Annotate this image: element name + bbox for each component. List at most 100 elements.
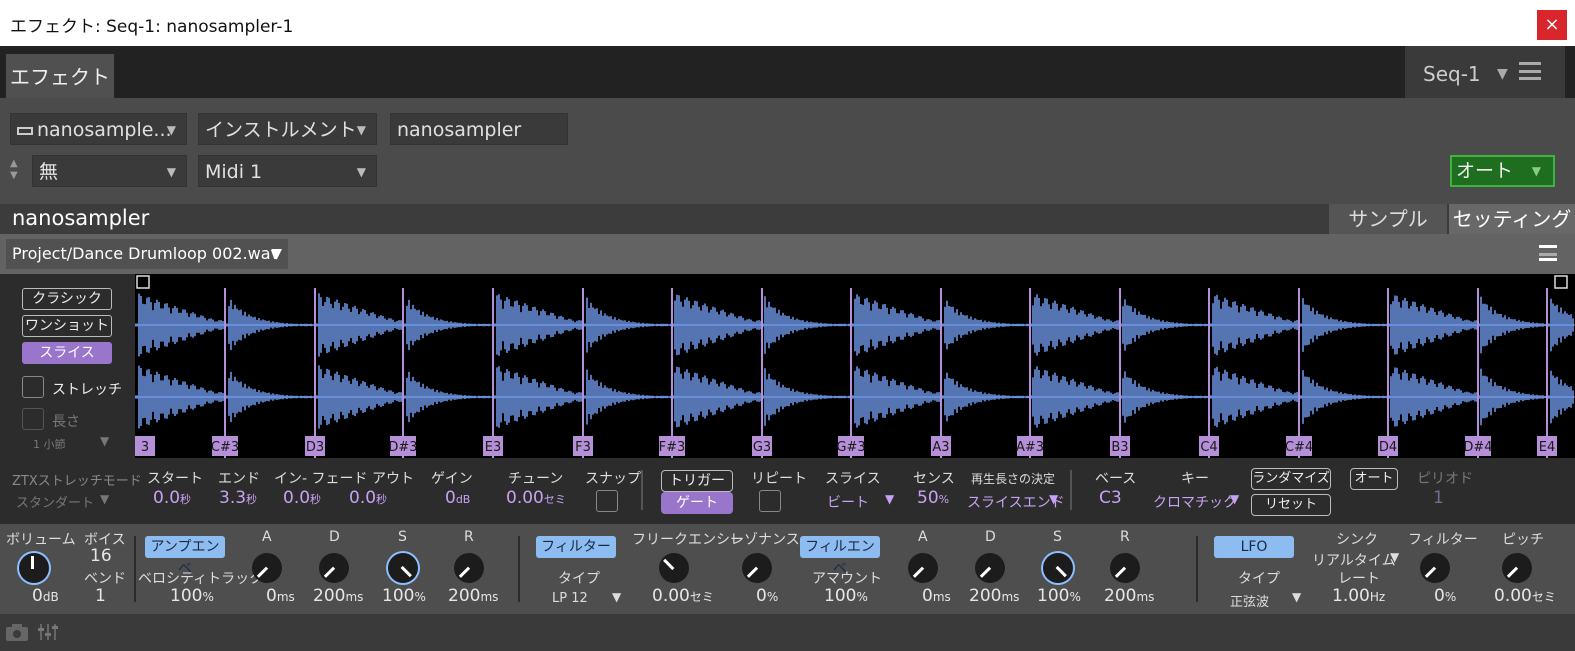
start-label: スタート (147, 471, 203, 487)
tab-bar: エフェクト Seq-1 ▼ (0, 46, 1575, 98)
filter-attack-knob[interactable] (908, 553, 938, 583)
filter-decay-label: D (985, 529, 996, 545)
preset-name-field[interactable]: nanosampler (390, 113, 568, 145)
classic-mode-button[interactable]: クラシック (22, 288, 112, 310)
slice-mode-value[interactable]: ビート (827, 492, 869, 512)
waveform-display[interactable]: 3 C#3 D3 D#3 E3 F3 F#3 G3 G#3 A3 A#3 B3 C4 C#4 D4 D#4 E4 (134, 274, 1575, 458)
chevron-down-icon[interactable]: ▼ (100, 434, 109, 448)
slice-label: A3 (932, 440, 949, 455)
slice-label: C4 (1200, 440, 1217, 455)
volume-knob[interactable] (19, 553, 49, 583)
slice-mode-button[interactable]: スライス (22, 342, 112, 364)
amount-value[interactable]: 100% (824, 586, 868, 606)
release-label: R (464, 529, 474, 545)
sustain-knob[interactable] (388, 553, 418, 583)
sense-value[interactable]: 50% (917, 488, 949, 508)
gate-button[interactable]: ゲート (661, 492, 733, 514)
end-handle[interactable] (1554, 275, 1568, 289)
trigger-button[interactable]: トリガー (661, 470, 733, 492)
snap-checkbox[interactable] (596, 490, 618, 512)
mixer-icon[interactable] (38, 622, 58, 642)
filter-attack-label: A (918, 529, 928, 545)
slice-label: D3 (306, 440, 324, 455)
lfo-button[interactable]: LFO (1214, 536, 1294, 558)
fade-out-value[interactable]: 0.0秒 (349, 488, 387, 508)
filter-release-knob[interactable] (1110, 553, 1140, 583)
filter-sustain-knob[interactable] (1043, 553, 1073, 583)
sample-file-dropdown[interactable]: Project/Dance Drumloop 002.wav ▼ (6, 239, 288, 269)
midi-dropdown[interactable]: Midi 1 ▼ (198, 155, 377, 187)
amp-envelope-button[interactable]: アンプエンベ (145, 536, 225, 577)
randomize-button[interactable]: ランダマイズ (1251, 468, 1331, 490)
sustain-value: 100% (382, 586, 426, 606)
tab-settings[interactable]: セッティング (1449, 204, 1575, 234)
waveform-svg[interactable]: 3 C#3 D3 D#3 E3 F3 F#3 G3 G#3 A3 A#3 B3 C4 C#4 D4 D#4 E4 (134, 274, 1575, 458)
velocity-track-value[interactable]: 100% (170, 586, 214, 606)
filter-decay-value: 200ms (969, 586, 1020, 606)
chevron-down-icon[interactable]: ▼ (1390, 550, 1399, 564)
sync-value[interactable]: リアルタイム (1312, 550, 1396, 570)
chevron-down-icon[interactable]: ▼ (1230, 492, 1239, 506)
sequence-label: Seq-1 (1423, 62, 1481, 86)
tab-sample[interactable]: サンプル (1329, 204, 1447, 234)
ztx-mode-value[interactable]: スタンダート (16, 492, 94, 511)
end-value[interactable]: 3.3秒 (219, 488, 257, 508)
source-dropdown[interactable]: 無 ▼ (32, 155, 187, 187)
length-checkbox[interactable] (22, 408, 44, 430)
lfo-filter-label: フィルター (1408, 532, 1478, 548)
chevron-down-icon[interactable]: ▼ (100, 492, 109, 506)
attack-knob[interactable] (252, 553, 282, 583)
decay-knob[interactable] (319, 553, 349, 583)
voices-value[interactable]: 16 (90, 546, 112, 566)
gain-value[interactable]: 0dB (445, 488, 470, 508)
plugin-dropdown[interactable]: nanosample... ▼ (10, 113, 187, 145)
filter-envelope-button[interactable]: フィルエンベ (800, 536, 880, 577)
chevron-down-icon[interactable]: ▼ (1292, 590, 1301, 604)
base-value[interactable]: C3 (1099, 488, 1122, 508)
chevron-down-icon: ▼ (166, 165, 176, 179)
reset-button[interactable]: リセット (1251, 494, 1331, 516)
tab-effect[interactable]: エフェクト (6, 54, 114, 98)
oneshot-mode-button[interactable]: ワンショット (22, 315, 112, 337)
start-handle[interactable] (136, 275, 150, 289)
chevron-down-icon[interactable]: ▼ (1049, 492, 1058, 506)
volume-label: ボリューム (6, 532, 76, 548)
rate-value[interactable]: 1.00Hz (1332, 586, 1385, 606)
fade-in-value[interactable]: 0.0秒 (283, 488, 321, 508)
stretch-checkbox[interactable] (22, 376, 44, 398)
resonance-knob[interactable] (742, 553, 772, 583)
up-down-stepper-icon[interactable]: ▲ ▼ (10, 158, 24, 182)
slice-label: E4 (1539, 440, 1556, 455)
menu-icon[interactable] (1519, 62, 1541, 80)
bend-value[interactable]: 1 (95, 586, 106, 606)
chevron-down-icon[interactable]: ▼ (612, 590, 621, 604)
release-knob[interactable] (454, 553, 484, 583)
category-dropdown[interactable]: インストルメント ▼ (198, 113, 377, 145)
sequence-selector[interactable]: Seq-1 ▼ (1405, 46, 1565, 98)
chevron-down-icon[interactable]: ▼ (885, 492, 894, 506)
category-value: インストルメント (205, 119, 357, 141)
key-value[interactable]: クロマチック (1153, 492, 1237, 512)
tune-label: チューン (508, 471, 564, 487)
repeat-checkbox[interactable] (759, 490, 781, 512)
filter-decay-knob[interactable] (975, 553, 1005, 583)
automation-dropdown[interactable]: オート ▼ (1450, 155, 1555, 187)
tune-value[interactable]: 0.00セミ (506, 488, 566, 508)
filter-type-value[interactable]: LP 12 (552, 591, 588, 606)
sample-file-name: Project/Dance Drumloop 002.wav (12, 244, 280, 263)
sample-menu-icon[interactable] (1539, 245, 1557, 261)
auto-button[interactable]: オート (1350, 468, 1398, 490)
camera-icon[interactable] (5, 622, 29, 642)
close-button[interactable]: × (1537, 10, 1567, 40)
ztx-panel: ZTXストレッチモード スタンダート ▼ (0, 458, 142, 524)
filter-button[interactable]: フィルター (536, 536, 616, 558)
period-label: ピリオド (1417, 471, 1473, 487)
lfo-pitch-value: 0.00セミ (1494, 586, 1556, 606)
lfo-pitch-knob[interactable] (1502, 553, 1532, 583)
lfo-type-value[interactable]: 正弦波 (1230, 591, 1269, 610)
lfo-filter-knob[interactable] (1420, 553, 1450, 583)
slice-label: 3 (141, 440, 149, 455)
lfo-type-label: タイプ (1238, 571, 1280, 587)
frequency-knob[interactable] (659, 553, 689, 583)
start-value[interactable]: 0.0秒 (153, 488, 191, 508)
